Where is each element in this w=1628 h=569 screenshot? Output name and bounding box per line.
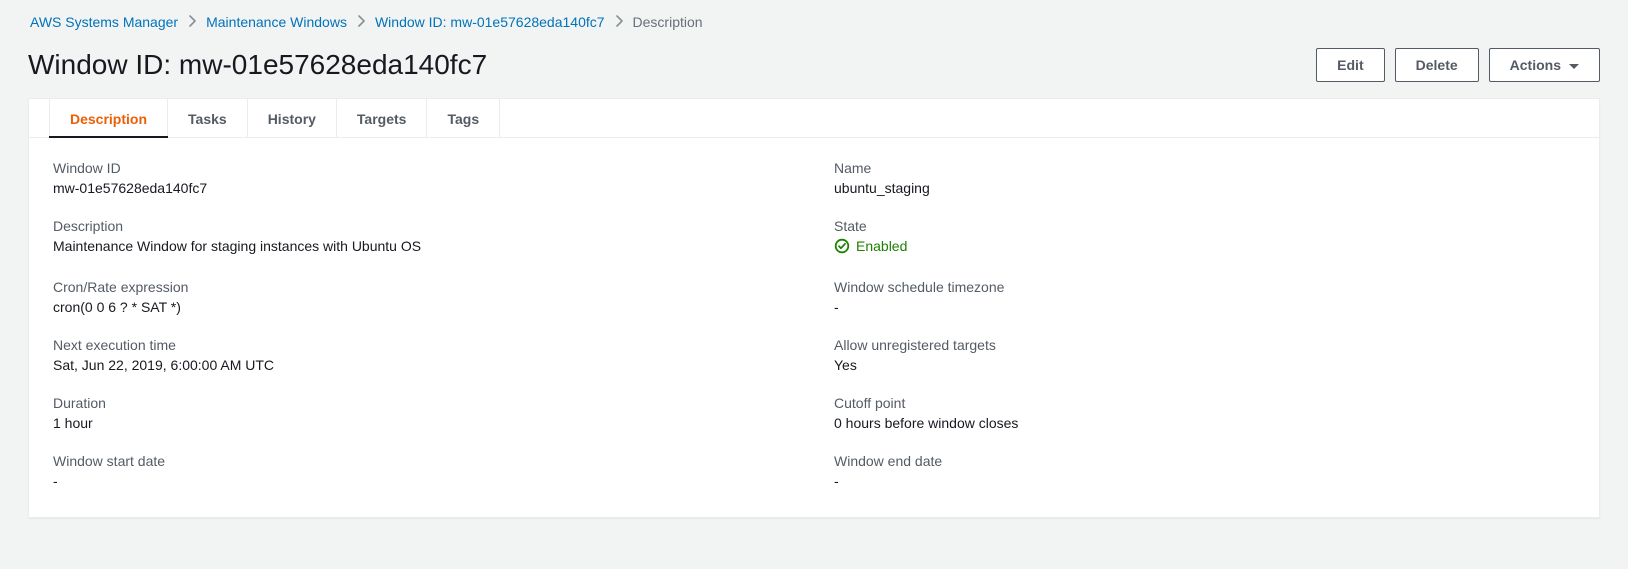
tab-tags[interactable]: Tags (427, 99, 500, 137)
value-start-date: - (53, 473, 794, 489)
field-cutoff: Cutoff point 0 hours before window close… (834, 395, 1575, 431)
tab-targets[interactable]: Targets (337, 99, 428, 137)
value-duration: 1 hour (53, 415, 794, 431)
chevron-right-icon (188, 14, 196, 30)
tabs: Description Tasks History Targets Tags (29, 99, 1599, 138)
value-next-exec: Sat, Jun 22, 2019, 6:00:00 AM UTC (53, 357, 794, 373)
breadcrumb-link-window-id[interactable]: Window ID: mw-01e57628eda140fc7 (375, 14, 605, 30)
caret-down-icon (1569, 64, 1579, 69)
field-start-date: Window start date - (53, 453, 794, 489)
value-name: ubuntu_staging (834, 180, 1575, 196)
edit-button[interactable]: Edit (1316, 48, 1384, 82)
label-description: Description (53, 218, 794, 234)
actions-button-label: Actions (1510, 55, 1561, 75)
label-allow-unreg: Allow unregistered targets (834, 337, 1575, 353)
edit-button-label: Edit (1337, 55, 1363, 75)
state-text: Enabled (856, 238, 907, 254)
breadcrumb-link-maintenance-windows[interactable]: Maintenance Windows (206, 14, 347, 30)
value-cutoff: 0 hours before window closes (834, 415, 1575, 431)
value-timezone: - (834, 299, 1575, 315)
field-description: Description Maintenance Window for stagi… (53, 218, 794, 257)
actions-dropdown-button[interactable]: Actions (1489, 48, 1600, 82)
label-start-date: Window start date (53, 453, 794, 469)
chevron-right-icon (615, 14, 623, 30)
check-circle-icon (834, 238, 850, 254)
field-cron: Cron/Rate expression cron(0 0 6 ? * SAT … (53, 279, 794, 315)
field-allow-unreg: Allow unregistered targets Yes (834, 337, 1575, 373)
field-duration: Duration 1 hour (53, 395, 794, 431)
value-end-date: - (834, 473, 1575, 489)
field-timezone: Window schedule timezone - (834, 279, 1575, 315)
value-allow-unreg: Yes (834, 357, 1575, 373)
label-name: Name (834, 160, 1575, 176)
label-duration: Duration (53, 395, 794, 411)
label-cutoff: Cutoff point (834, 395, 1575, 411)
delete-button[interactable]: Delete (1395, 48, 1479, 82)
value-state: Enabled (834, 238, 907, 254)
label-timezone: Window schedule timezone (834, 279, 1575, 295)
header-actions: Edit Delete Actions (1316, 48, 1600, 82)
breadcrumb-link-systems-manager[interactable]: AWS Systems Manager (30, 14, 178, 30)
label-cron: Cron/Rate expression (53, 279, 794, 295)
label-next-exec: Next execution time (53, 337, 794, 353)
field-state: State Enabled (834, 218, 1575, 257)
tab-tasks[interactable]: Tasks (168, 99, 248, 137)
detail-panel: Description Tasks History Targets Tags W… (28, 98, 1600, 518)
field-name: Name ubuntu_staging (834, 160, 1575, 196)
breadcrumb-current: Description (633, 14, 703, 30)
chevron-right-icon (357, 14, 365, 30)
breadcrumb: AWS Systems Manager Maintenance Windows … (28, 12, 1600, 44)
field-end-date: Window end date - (834, 453, 1575, 489)
field-next-exec: Next execution time Sat, Jun 22, 2019, 6… (53, 337, 794, 373)
label-end-date: Window end date (834, 453, 1575, 469)
tab-description[interactable]: Description (49, 99, 168, 137)
value-window-id: mw-01e57628eda140fc7 (53, 180, 794, 196)
page-title: Window ID: mw-01e57628eda140fc7 (28, 49, 487, 81)
value-description: Maintenance Window for staging instances… (53, 238, 794, 254)
label-state: State (834, 218, 1575, 234)
label-window-id: Window ID (53, 160, 794, 176)
field-window-id: Window ID mw-01e57628eda140fc7 (53, 160, 794, 196)
delete-button-label: Delete (1416, 55, 1458, 75)
tab-history[interactable]: History (248, 99, 337, 137)
value-cron: cron(0 0 6 ? * SAT *) (53, 299, 794, 315)
